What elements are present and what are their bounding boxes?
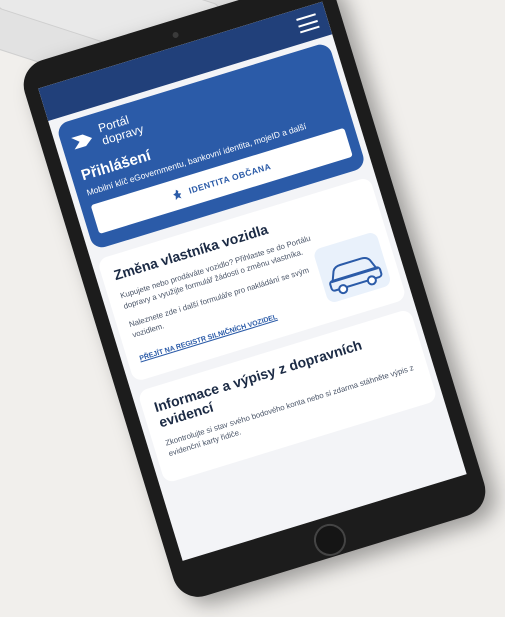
portal-logo-icon — [71, 134, 93, 150]
menu-icon[interactable] — [296, 13, 320, 34]
portal-name: Portál dopravy — [97, 110, 146, 148]
tablet-device: Portál dopravy Přihlášení Mobilní klíč e… — [17, 0, 492, 604]
home-button[interactable] — [309, 519, 350, 560]
tablet-screen: Portál dopravy Přihlášení Mobilní klíč e… — [38, 1, 467, 561]
identity-button-label: IDENTITA OBČANA — [187, 161, 273, 196]
tablet-camera — [171, 31, 180, 39]
czech-lion-icon — [173, 189, 182, 201]
